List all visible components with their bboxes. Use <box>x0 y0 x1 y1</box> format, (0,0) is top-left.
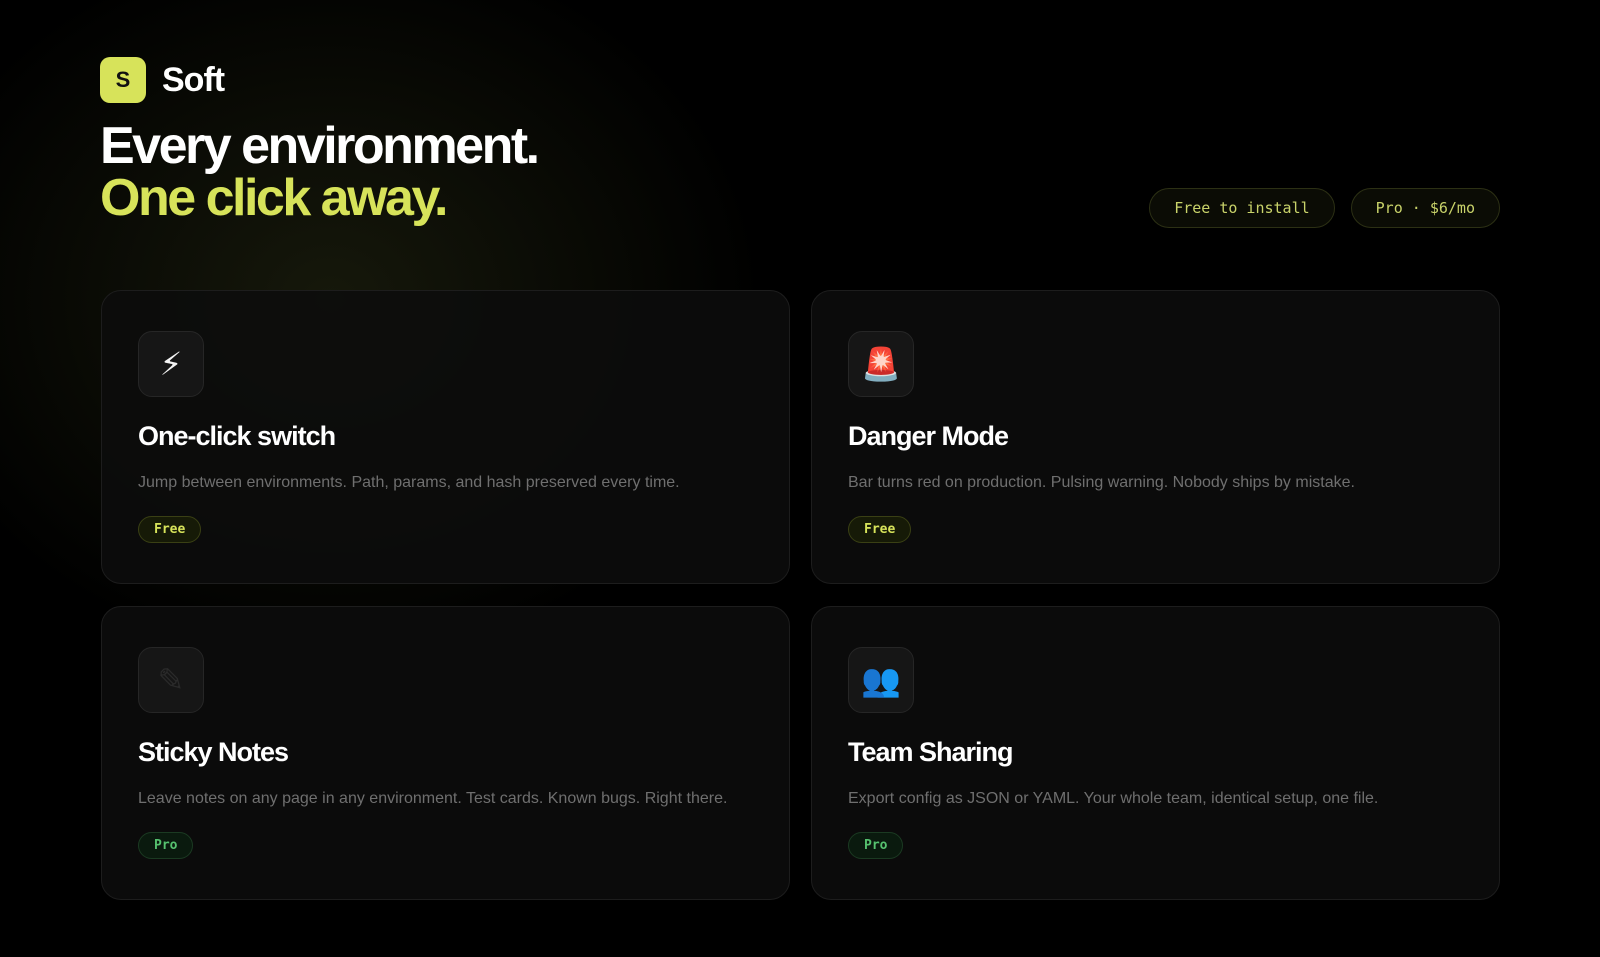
lightning-icon: ⚡ <box>138 331 204 397</box>
hero-line-1: Every environment. <box>100 117 540 175</box>
feature-title: Sticky Notes <box>138 737 289 767</box>
siren-icon: 🚨 <box>848 331 914 397</box>
feature-description: Jump between environments. Path, params,… <box>138 474 680 491</box>
brand-logo[interactable]: S Soft <box>100 57 225 103</box>
feature-grid: ⚡ One-click switch Jump between environm… <box>101 290 1500 900</box>
pricing-pills: Free to install Pro · $6/mo <box>1149 188 1500 228</box>
tier-badge: Free <box>848 516 912 543</box>
feature-description: Export config as JSON or YAML. Your whol… <box>848 790 1379 807</box>
logo-mark: S <box>100 57 146 103</box>
feature-card-team-sharing: 👥 Team Sharing Export config as JSON or … <box>811 606 1500 900</box>
feature-card-sticky-notes: ✎ Sticky Notes Leave notes on any page i… <box>101 606 790 900</box>
brand-name: Soft <box>162 60 225 99</box>
tier-badge: Free <box>138 516 202 543</box>
feature-title: Danger Mode <box>848 421 1009 451</box>
feature-card-one-click-switch: ⚡ One-click switch Jump between environm… <box>101 290 790 584</box>
hero-line-2: One click away. <box>100 169 448 227</box>
pencil-icon: ✎ <box>138 647 204 713</box>
feature-description: Leave notes on any page in any environme… <box>138 790 728 807</box>
team-icon: 👥 <box>848 647 914 713</box>
hero-headline: Every environment. One click away. <box>100 117 540 227</box>
feature-title: Team Sharing <box>848 737 1014 767</box>
feature-title: One-click switch <box>138 421 336 451</box>
free-to-install-pill: Free to install <box>1149 188 1335 228</box>
feature-card-danger-mode: 🚨 Danger Mode Bar turns red on productio… <box>811 290 1500 584</box>
tier-badge: Pro <box>848 832 904 859</box>
feature-description: Bar turns red on production. Pulsing war… <box>848 474 1355 491</box>
tier-badge: Pro <box>138 832 194 859</box>
pro-price-pill: Pro · $6/mo <box>1350 188 1500 228</box>
